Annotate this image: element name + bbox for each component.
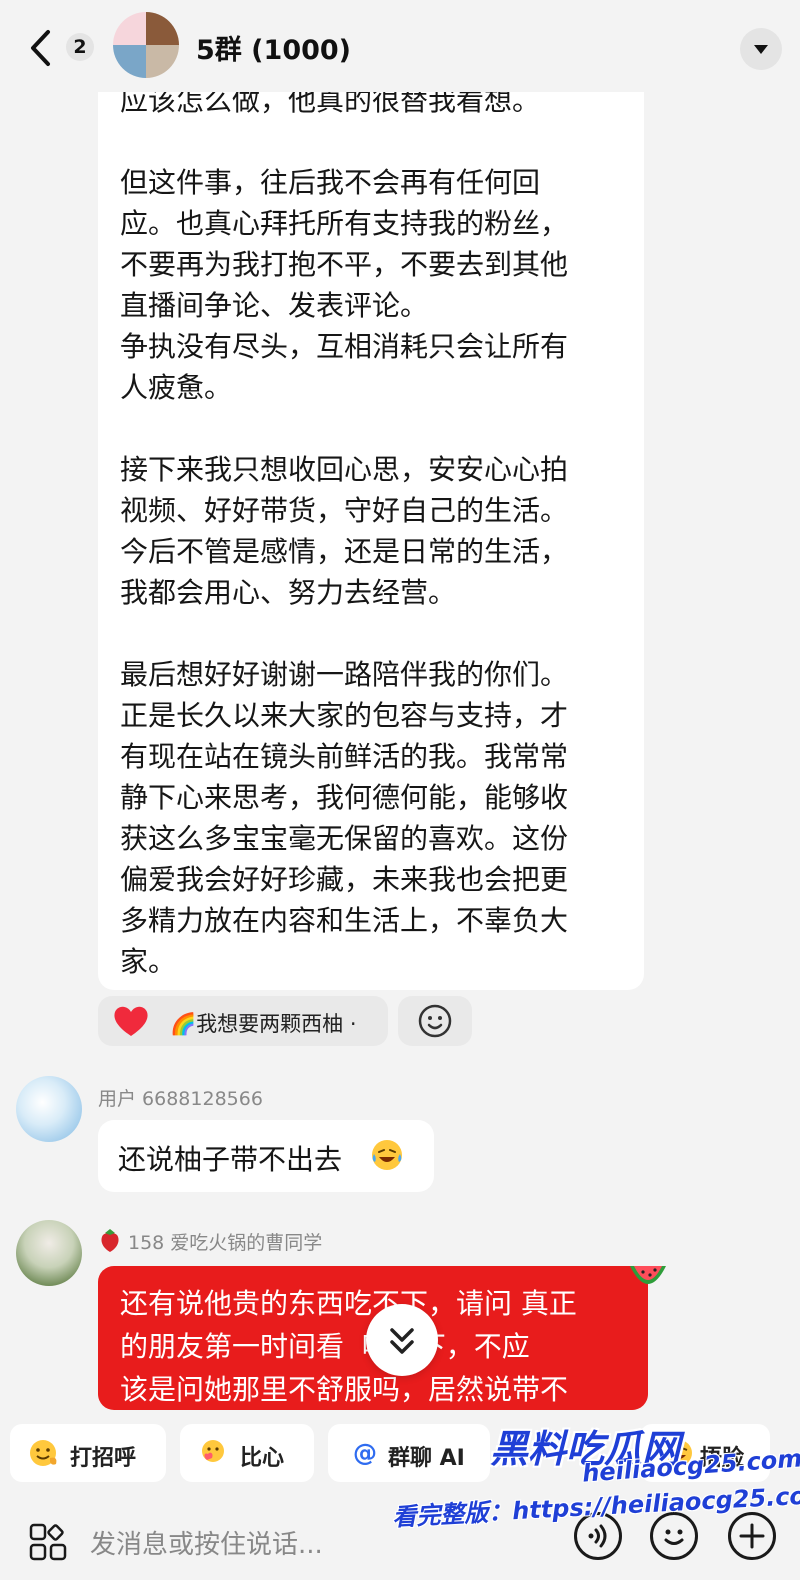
group-avatar[interactable] [113, 12, 179, 78]
message-bubble[interactable]: 还说柚子带不出去 [98, 1120, 434, 1192]
sender-name[interactable]: 158 爱吃火锅的曹同学 [128, 1228, 322, 1255]
heart-reaction-icon[interactable] [112, 1004, 150, 1038]
laughing-crying-emoji-icon [370, 1138, 404, 1172]
add-reaction-button[interactable] [398, 996, 472, 1046]
quick-action-label: 群聊 AI [388, 1446, 465, 1471]
message-text: 还说柚子带不出去 [118, 1143, 343, 1176]
unread-count-badge[interactable]: 2 [66, 33, 94, 61]
plus-icon[interactable] [728, 1512, 776, 1560]
chat-header: 2 5群 (1000) [0, 0, 800, 92]
quick-action-group-ai[interactable]: @ 群聊 AI [328, 1424, 490, 1482]
back-icon[interactable] [26, 28, 56, 68]
emoji-icon[interactable] [650, 1512, 698, 1560]
quick-action-heart[interactable]: 比心 [180, 1424, 314, 1482]
reaction-text: 🌈我想要两颗西柚 · [170, 1012, 357, 1036]
at-icon: @ [350, 1438, 380, 1468]
scroll-to-bottom-button[interactable] [366, 1304, 438, 1376]
message-input[interactable]: 发消息或按住说话... [90, 1524, 323, 1561]
message-text: 应该怎么做，他真的很替我看想。 但这件事，往后我不会再有任何回 应。也真心拜托所… [120, 84, 569, 978]
quick-action-label: 比心 [240, 1446, 285, 1471]
avatar[interactable] [16, 1076, 82, 1142]
quick-action-label: 打招呼 [70, 1446, 137, 1471]
group-title[interactable]: 5群 (1000) [196, 28, 351, 67]
strawberry-badge-icon [98, 1227, 122, 1253]
svg-text:@: @ [353, 1439, 377, 1467]
wave-emoji-icon [28, 1438, 58, 1468]
apps-grid-icon[interactable] [28, 1522, 68, 1562]
chevron-down-icon[interactable] [740, 28, 782, 70]
heart-hands-emoji-icon [198, 1438, 228, 1468]
sender-name[interactable]: 用户 6688128566 [98, 1084, 263, 1111]
quick-action-greet[interactable]: 打招呼 [10, 1424, 166, 1482]
watermelon-sticker-icon [628, 1262, 668, 1296]
avatar[interactable] [16, 1220, 82, 1286]
